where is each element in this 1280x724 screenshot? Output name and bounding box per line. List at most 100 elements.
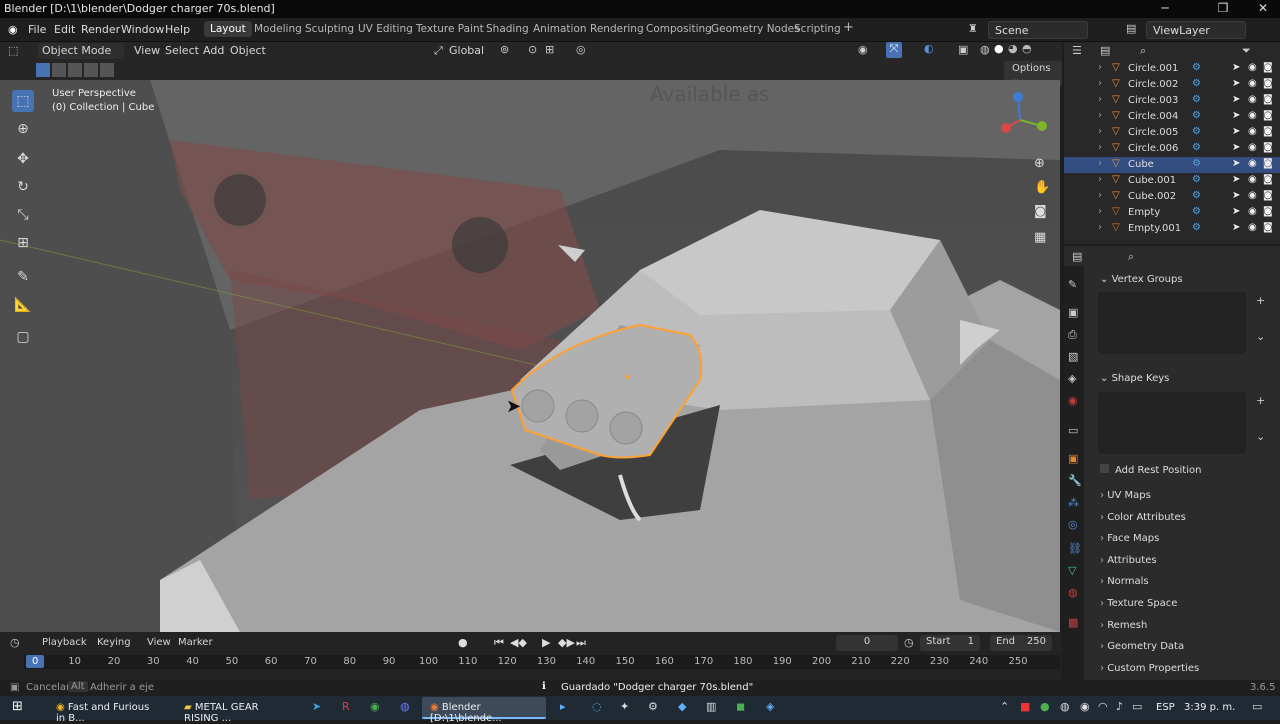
outliner-row[interactable]: › ▽ Empty ⚙ ➤ ◉ ◙ xyxy=(1064,205,1280,221)
app-icon[interactable]: R xyxy=(342,700,350,713)
menu-render[interactable]: Render xyxy=(81,23,120,36)
expand-arrow-icon[interactable]: › xyxy=(1098,126,1102,137)
render-camera-icon[interactable]: ◙ xyxy=(1263,206,1273,217)
outliner-row[interactable]: › ▽ Circle.006 ⚙ ➤ ◉ ◙ xyxy=(1064,141,1280,157)
properties-panel-header[interactable]: › Color Attributes xyxy=(1100,512,1186,523)
editor-type-icon[interactable]: ⬚ xyxy=(8,44,18,57)
add-shape-key-icon[interactable]: + xyxy=(1256,394,1265,407)
playback-menu[interactable]: Playback xyxy=(42,637,87,648)
render-camera-icon[interactable]: ◙ xyxy=(1263,110,1273,121)
modifier-icon[interactable]: ⚙ xyxy=(1192,94,1201,105)
rendered-shading-icon[interactable]: ◓ xyxy=(1022,42,1032,55)
steam-icon[interactable]: ⚙ xyxy=(648,700,658,713)
timeline-scroll[interactable] xyxy=(0,669,1062,680)
language-indicator[interactable]: ESP xyxy=(1156,702,1175,713)
vertex-group-menu-icon[interactable]: ⌄ xyxy=(1256,330,1265,343)
expand-arrow-icon[interactable]: › xyxy=(1098,142,1102,153)
expand-arrow-icon[interactable]: › xyxy=(1098,62,1102,73)
chrome-alt-icon[interactable]: ◉ xyxy=(370,700,380,713)
start-frame-field[interactable]: Start 1 xyxy=(920,635,980,651)
world-tab-icon[interactable]: ◉ xyxy=(1068,394,1078,407)
tray-expand-icon[interactable]: ⌃ xyxy=(1000,700,1009,713)
expand-arrow-icon[interactable]: › xyxy=(1098,158,1102,169)
record-icon[interactable]: ● xyxy=(458,636,468,649)
visibility-eye-icon[interactable]: ◉ xyxy=(1248,142,1257,153)
object-name[interactable]: Empty.001 xyxy=(1128,223,1181,234)
select-invert-icon[interactable] xyxy=(84,63,98,77)
keying-menu[interactable]: Keying xyxy=(97,637,131,648)
battery-icon[interactable]: ▭ xyxy=(1132,700,1142,713)
powershell-icon[interactable]: ▸ xyxy=(560,700,566,713)
tab-layout[interactable]: Layout xyxy=(204,21,252,37)
object-name[interactable]: Circle.001 xyxy=(1128,63,1178,74)
render-camera-icon[interactable]: ◙ xyxy=(1263,142,1273,153)
overlay-toggle-icon[interactable]: ◐ xyxy=(924,42,934,55)
select-intersect-icon[interactable] xyxy=(100,63,114,77)
physics-tab-icon[interactable]: ◎ xyxy=(1068,518,1078,531)
telegram-icon[interactable]: ➤ xyxy=(312,700,321,713)
notifications-icon[interactable]: ▭ xyxy=(1252,700,1262,713)
properties-panel-header[interactable]: › Remesh xyxy=(1100,620,1147,631)
outliner-filter-icon[interactable]: ⏷ xyxy=(1242,44,1251,58)
tray-app4-icon[interactable]: ◉ xyxy=(1080,700,1090,713)
tab-rendering[interactable]: Rendering xyxy=(590,23,644,35)
visibility-eye-icon[interactable]: ◉ xyxy=(1248,174,1257,185)
tab-scripting[interactable]: Scripting xyxy=(794,23,841,35)
jump-start-icon[interactable]: ⏮ xyxy=(494,636,504,650)
annotate-tool[interactable]: ✎ xyxy=(12,266,34,288)
tab-compositing[interactable]: Compositing xyxy=(646,23,712,35)
app2-icon[interactable]: ◌ xyxy=(592,700,602,713)
modifier-icon[interactable]: ⚙ xyxy=(1192,158,1201,169)
move-tool[interactable]: ✥ xyxy=(12,148,34,170)
scale-tool[interactable]: ⤡ xyxy=(12,204,34,226)
particles-tab-icon[interactable]: ⁂ xyxy=(1068,496,1079,509)
minimize-icon[interactable]: ─ xyxy=(1150,1,1180,15)
selectable-icon[interactable]: ➤ xyxy=(1232,110,1240,121)
close-icon[interactable]: ✕ xyxy=(1248,1,1278,15)
selectable-icon[interactable]: ➤ xyxy=(1232,190,1240,201)
tray-app3-icon[interactable]: ◍ xyxy=(1060,700,1070,713)
outliner-row[interactable]: › ▽ Circle.002 ⚙ ➤ ◉ ◙ xyxy=(1064,77,1280,93)
modifier-icon[interactable]: ⚙ xyxy=(1192,174,1201,185)
preview-range-icon[interactable]: ◷ xyxy=(904,636,914,649)
gizmo-toggle-icon[interactable]: ⤧ xyxy=(886,42,902,58)
selectable-icon[interactable]: ➤ xyxy=(1232,142,1240,153)
expand-arrow-icon[interactable]: › xyxy=(1098,94,1102,105)
taskbar-chrome[interactable]: ◉ Fast and Furious in B... xyxy=(48,697,168,724)
object-name[interactable]: Cube xyxy=(1128,159,1154,170)
outliner-row[interactable]: › ▽ Cube ⚙ ➤ ◉ ◙ xyxy=(1064,157,1280,173)
tab-sculpting[interactable]: Sculpting xyxy=(305,23,354,35)
add-cube-tool[interactable]: ▢ xyxy=(12,326,34,348)
expand-arrow-icon[interactable]: › xyxy=(1098,78,1102,89)
rotate-tool[interactable]: ↻ xyxy=(12,176,34,198)
collection-tab-icon[interactable]: ▭ xyxy=(1068,424,1078,437)
properties-panel-header[interactable]: › Attributes xyxy=(1100,555,1157,566)
camera-view-icon[interactable]: ◙ xyxy=(1034,204,1047,219)
modifier-icon[interactable]: ⚙ xyxy=(1192,110,1201,121)
visibility-eye-icon[interactable]: ◉ xyxy=(1248,94,1257,105)
scene-tab-icon[interactable]: ◈ xyxy=(1068,372,1076,385)
current-frame-field[interactable]: 0 xyxy=(836,635,898,651)
jump-end-icon[interactable]: ⏭ xyxy=(576,636,586,650)
render-camera-icon[interactable]: ◙ xyxy=(1263,126,1273,137)
modifier-icon[interactable]: ⚙ xyxy=(1192,62,1201,73)
proportional-edit-icon[interactable]: ◎ xyxy=(576,43,586,56)
3d-viewport[interactable]: Available as User Perspective (0) Collec… xyxy=(0,80,1060,632)
object-name[interactable]: Empty xyxy=(1128,207,1160,218)
selectable-icon[interactable]: ➤ xyxy=(1232,158,1240,169)
render-camera-icon[interactable]: ◙ xyxy=(1263,190,1273,201)
menu-edit[interactable]: Edit xyxy=(54,23,75,36)
visibility-eye-icon[interactable]: ◉ xyxy=(1248,62,1257,73)
render-camera-icon[interactable]: ◙ xyxy=(1263,174,1273,185)
modifier-icon[interactable]: ⚙ xyxy=(1192,142,1201,153)
selectable-icon[interactable]: ➤ xyxy=(1232,126,1240,137)
vertex-groups-list[interactable] xyxy=(1098,292,1246,354)
outliner-row[interactable]: › ▽ Cube.001 ⚙ ➤ ◉ ◙ xyxy=(1064,173,1280,189)
visibility-eye-icon[interactable]: ◉ xyxy=(1248,222,1257,233)
modifier-icon[interactable]: ⚙ xyxy=(1192,78,1201,89)
properties-panel-header[interactable]: › Texture Space xyxy=(1100,598,1177,609)
outliner-row[interactable]: › ▽ Circle.004 ⚙ ➤ ◉ ◙ xyxy=(1064,109,1280,125)
render-camera-icon[interactable]: ◙ xyxy=(1263,158,1273,169)
visibility-eye-icon[interactable]: ◉ xyxy=(1248,158,1257,169)
outliner-row[interactable]: › ▽ Circle.005 ⚙ ➤ ◉ ◙ xyxy=(1064,125,1280,141)
